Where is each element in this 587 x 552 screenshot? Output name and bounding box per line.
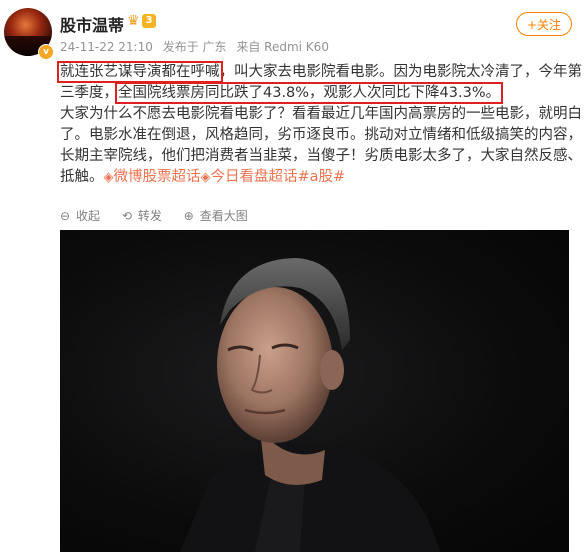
post-image[interactable] bbox=[60, 230, 569, 552]
repost-label: 转发 bbox=[137, 209, 162, 223]
highlighted-statistic: 全国院线票房同比跌了43.8%，观影人次同比下降43.3%。 bbox=[114, 82, 504, 104]
highlighted-quote: 就连张艺谋导演都在呼喊 bbox=[57, 61, 223, 83]
text-line: 三季度，全国院线票房同比跌了43.8%，观影人次同比下降43.3%。 bbox=[60, 82, 580, 104]
text-line: 长期主宰院线，他们把消费者当韭菜，当傻子！劣质电影太多了，大家自然反感、 bbox=[60, 148, 582, 164]
view-image-label: 查看大图 bbox=[199, 209, 248, 223]
username[interactable]: 股市温蒂 bbox=[60, 12, 124, 36]
post-text: 就连张艺谋导演都在呼喊，叫大家去电影院看电影。因为电影院太冷清了，今年第 三季度… bbox=[57, 61, 583, 188]
post-location: 发布于 广东 bbox=[162, 40, 227, 54]
image-toolbar: ⊖ 收起 ⟲ 转发 ⊕ 查看大图 bbox=[60, 207, 266, 224]
repost-button[interactable]: ⟲ 转发 bbox=[122, 207, 162, 224]
post-meta: 24-11-22 21:10 发布于 广东 来自 Redmi K60 bbox=[60, 38, 335, 55]
portrait-illustration bbox=[180, 258, 440, 552]
text-segment: 三季度， bbox=[60, 85, 118, 101]
text-segment: 抵触。 bbox=[60, 169, 104, 185]
weibo-post: v 股市温蒂 ♛ 3 24-11-22 21:10 发布于 广东 来自 Redm… bbox=[0, 0, 587, 552]
post-device: 来自 Redmi K60 bbox=[236, 40, 329, 54]
super-topic-icon: ◈ bbox=[200, 170, 211, 185]
text-line: 了。电影水准在倒退，风格趋同，劣币逐良币。挑动对立情绪和低级搞笑的内容， bbox=[60, 127, 582, 143]
text-line: 就连张艺谋导演都在呼喊，叫大家去电影院看电影。因为电影院太冷清了，今年第 bbox=[57, 61, 583, 83]
text-segment: ，叫大家去电影院看电影。因为电影院太冷清了，今年第 bbox=[219, 64, 583, 80]
super-topic-link[interactable]: 今日看盘超话 bbox=[211, 169, 298, 185]
collapse-button[interactable]: ⊖ 收起 bbox=[60, 207, 100, 224]
verified-badge-icon: v bbox=[38, 44, 54, 60]
collapse-label: 收起 bbox=[76, 209, 101, 223]
super-topic-link[interactable]: 微博股票超话 bbox=[114, 169, 201, 185]
super-topic-icon: ◈ bbox=[103, 170, 114, 185]
hashtag-link[interactable]: #a股# bbox=[298, 169, 346, 185]
level-badge: 3 bbox=[142, 14, 156, 28]
collapse-icon: ⊖ bbox=[60, 209, 71, 223]
repost-icon: ⟲ bbox=[121, 209, 132, 223]
follow-button[interactable]: +关注 bbox=[516, 12, 572, 36]
post-time[interactable]: 24-11-22 21:10 bbox=[60, 40, 153, 54]
view-image-icon: ⊕ bbox=[183, 209, 194, 223]
text-line: 大家为什么不愿去电影院看电影了？看看最近几年国内高票房的一些电影，就明白 bbox=[60, 106, 582, 122]
crown-icon: ♛ bbox=[127, 13, 140, 29]
text-line: 抵触。◈微博股票超话◈今日看盘超话#a股# bbox=[60, 167, 580, 188]
view-image-button[interactable]: ⊕ 查看大图 bbox=[184, 207, 248, 224]
